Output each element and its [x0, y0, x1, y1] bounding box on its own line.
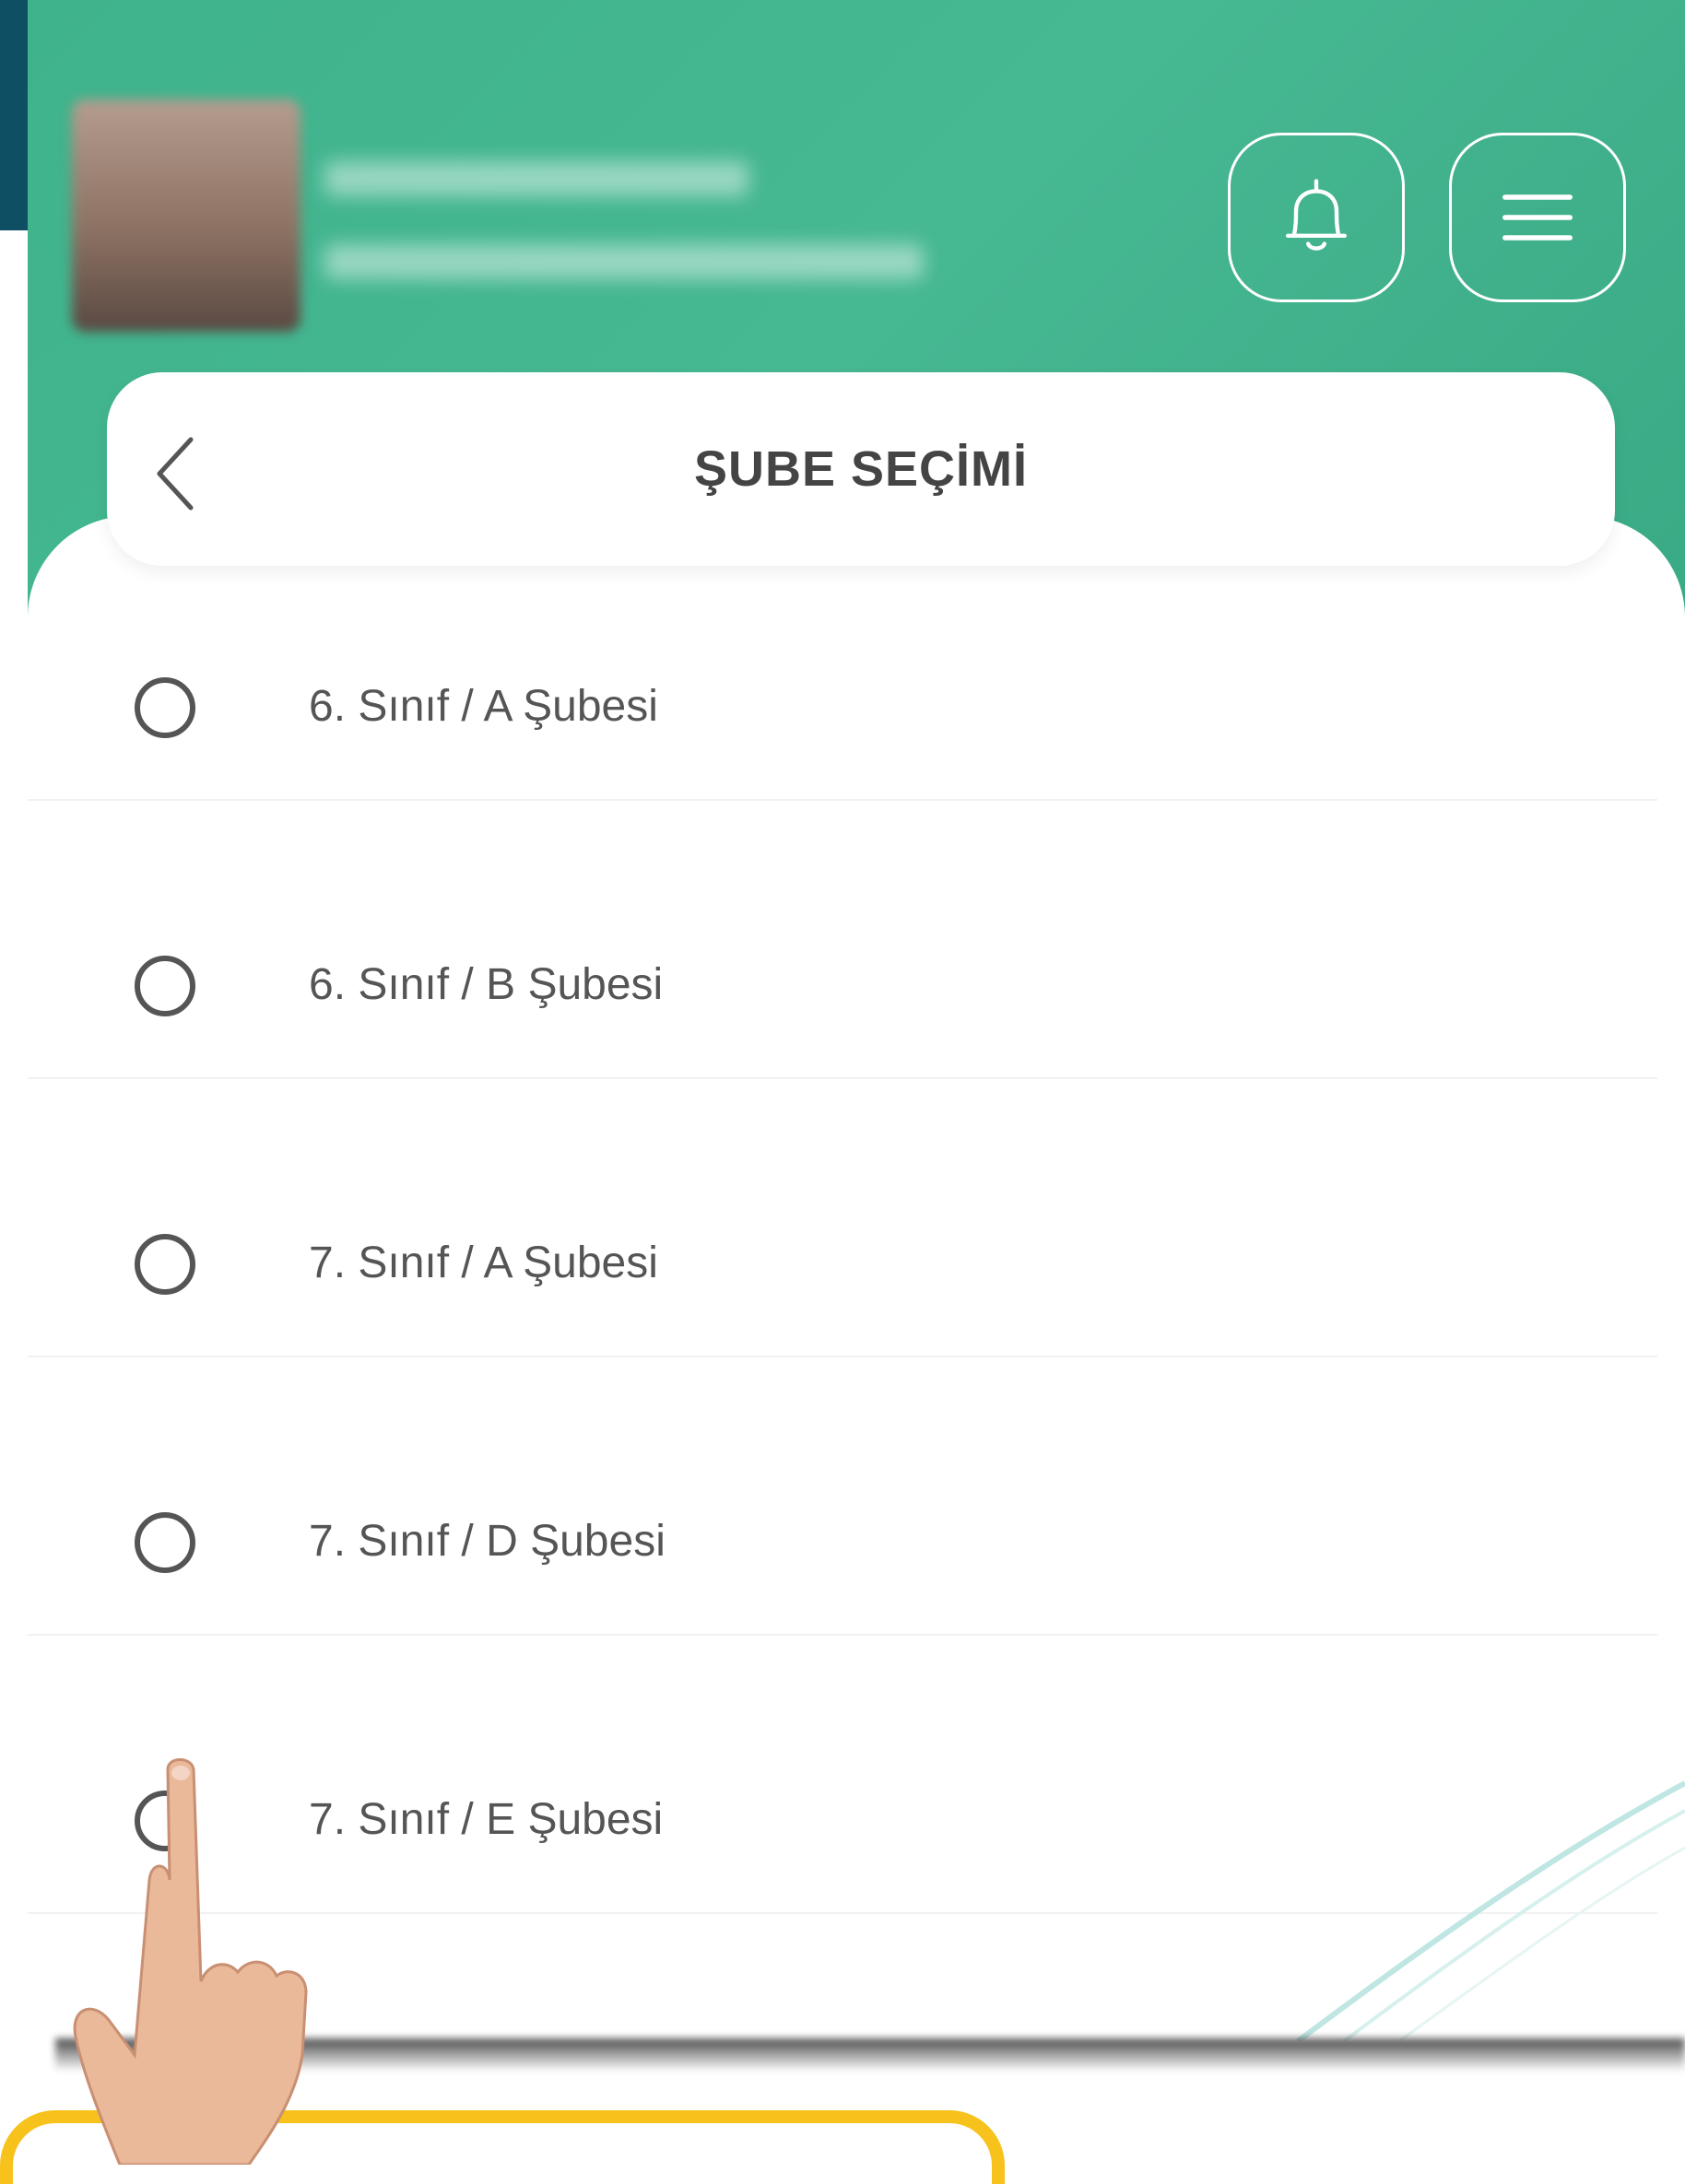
app-screen: 6. Sınıf / A Şubesi 6. Sınıf / B Şubesi 7.…	[28, 0, 1685, 2041]
bell-icon	[1286, 179, 1347, 251]
radio-button[interactable]	[135, 1234, 195, 1295]
hamburger-menu-icon	[1502, 194, 1573, 241]
page-title: ŞUBE SEÇİMİ	[693, 441, 1029, 497]
radio-button[interactable]	[135, 677, 195, 738]
user-role-blurred	[324, 244, 924, 279]
section-option-label: 7. Sınıf / E Şubesi	[309, 1795, 664, 1844]
radio-button[interactable]	[135, 956, 195, 1016]
section-option-label: 7. Sınıf / D Şubesi	[309, 1517, 666, 1566]
page-title-bar: ŞUBE SEÇİMİ	[107, 372, 1615, 566]
radio-button[interactable]	[135, 1512, 195, 1573]
pointing-hand-icon	[73, 1758, 308, 2165]
decorative-wave	[1296, 1780, 1685, 2041]
menu-button[interactable]	[1449, 133, 1626, 302]
section-option-label: 6. Sınıf / B Şubesi	[309, 960, 664, 1009]
user-name-blurred	[324, 161, 748, 196]
section-option-label: 7. Sınıf / A Şubesi	[309, 1239, 658, 1287]
avatar[interactable]	[72, 100, 300, 332]
notifications-button[interactable]	[1228, 133, 1405, 302]
section-option[interactable]: 6. Sınıf / B Şubesi	[28, 803, 1657, 1079]
section-option[interactable]: 7. Sınıf / D Şubesi	[28, 1359, 1657, 1636]
corner-decoration	[0, 0, 28, 230]
section-option-label: 6. Sınıf / A Şubesi	[309, 682, 658, 731]
section-option[interactable]: 7. Sınıf / A Şubesi	[28, 1081, 1657, 1357]
section-option[interactable]: 6. Sınıf / A Şubesi	[28, 524, 1657, 801]
